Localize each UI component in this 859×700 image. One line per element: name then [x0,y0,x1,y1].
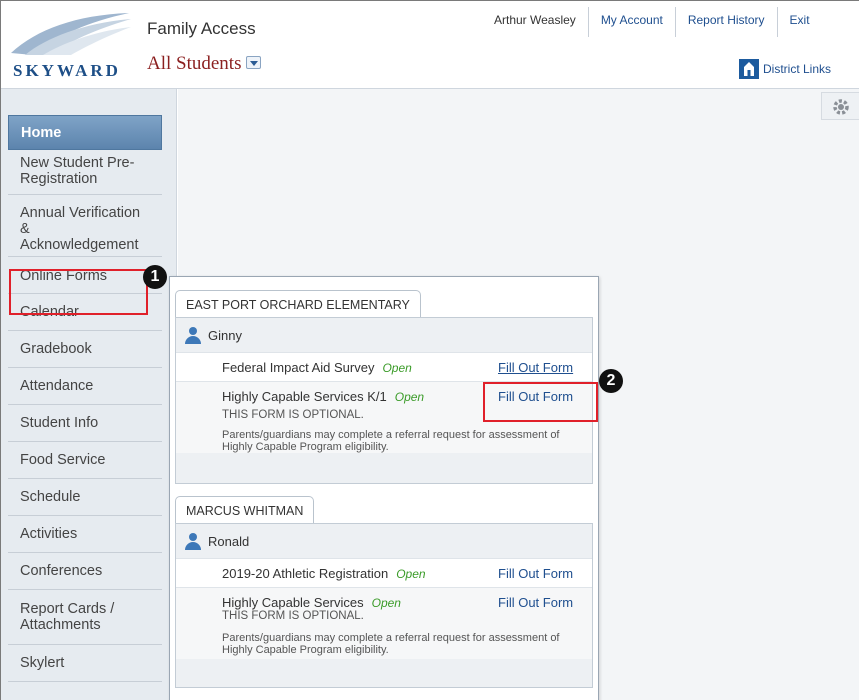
school-tab-east-port-orchard[interactable]: EAST PORT ORCHARD ELEMENTARY [175,290,421,318]
highlight-online-forms [9,269,148,315]
sidebar-item-home[interactable]: Home [8,115,162,150]
district-links-label: District Links [763,62,832,76]
form-name: 2019-20 Athletic Registration Open [222,566,426,581]
student-name: Ginny [208,327,242,343]
form-title: Highly Capable Services K/1 [222,389,387,404]
student-row: Ronald [176,524,592,558]
gear-icon [833,99,849,115]
sidebar-item-food-service[interactable]: Food Service [8,442,162,479]
sidebar-item-report-cards[interactable]: Report Cards / Attachments [8,590,162,645]
form-optional-note: THIS FORM IS OPTIONAL. [222,409,364,421]
step-badge-2: 2 [599,369,623,393]
logo-wordmark: SKYWARD [13,61,121,80]
skyward-logo: SKYWARD [7,9,135,83]
app-title: Family Access [147,19,256,38]
exit-link[interactable]: Exit [776,7,822,37]
form-name: Federal Impact Aid Survey Open [222,360,412,375]
sidebar-item-annual-verification[interactable]: Annual Verification & Acknowledgement [8,195,162,257]
sidebar-item-student-info[interactable]: Student Info [8,405,162,442]
form-title: 2019-20 Athletic Registration [222,566,389,581]
student-name: Ronald [208,533,250,549]
school-tab-marcus-whitman[interactable]: MARCUS WHITMAN [175,496,315,524]
form-status: Open [371,596,401,610]
form-status: Open [394,390,425,404]
sidebar-item-new-student-pre-registration[interactable]: New Student Pre-Registration [8,150,162,195]
form-name: Highly Capable Services Open [222,595,401,610]
header: SKYWARD Family Access All Students Arthu… [1,1,859,89]
form-title: Federal Impact Aid Survey [222,360,375,375]
user-name: Arthur Weasley [494,13,576,27]
report-history-link[interactable]: Report History [674,7,777,37]
building-icon [739,59,759,79]
sidebar-item-activities[interactable]: Activities [8,516,162,553]
my-account-link[interactable]: My Account [587,7,675,37]
form-title: Highly Capable Services [222,595,364,610]
step-badge-1: 1 [143,265,167,289]
app-window: SKYWARD Family Access All Students Arthu… [0,0,859,700]
highlight-fill-out-form [483,382,598,422]
district-links-button[interactable]: District Links [739,59,831,79]
top-nav: Arthur Weasley My Account Report History… [482,7,822,37]
sidebar-item-skylert[interactable]: Skylert [8,645,162,682]
student-selector-label: All Students [147,53,242,74]
sidebar-menu: Home New Student Pre-Registration Annual… [8,115,162,682]
swoosh-icon [11,13,131,55]
form-status: Open [396,567,426,581]
sidebar-item-conferences[interactable]: Conferences [8,553,162,590]
form-status: Open [382,361,412,375]
sidebar-item-attendance[interactable]: Attendance [8,368,162,405]
fill-out-form-link[interactable]: Fill Out Form [498,566,573,581]
settings-button[interactable] [821,92,859,120]
person-icon [184,532,202,550]
fill-out-form-link[interactable]: Fill Out Form [498,595,573,610]
form-name: Highly Capable Services K/1 Open [222,389,424,404]
student-selector[interactable]: All Students [147,53,262,75]
form-row: 2019-20 Athletic Registration Open Fill O… [176,558,592,587]
sidebar: Home New Student Pre-Registration Annual… [1,89,177,700]
sidebar-item-gradebook[interactable]: Gradebook [8,331,162,368]
chevron-down-icon[interactable] [246,56,262,70]
form-optional-note: THIS FORM IS OPTIONAL. [222,610,364,622]
school-panel: Ronald 2019-20 Athletic Registration Open… [175,523,593,688]
form-row: Highly Capable Services Open Fill Out For… [176,587,592,659]
fill-out-form-link[interactable]: Fill Out Form [498,360,573,375]
sidebar-item-schedule[interactable]: Schedule [8,479,162,516]
form-description: Parents/guardians may complete a referra… [222,632,560,656]
online-forms-popup: EAST PORT ORCHARD ELEMENTARY Ginny Feder… [169,276,599,700]
person-icon [184,326,202,344]
form-row: Federal Impact Aid Survey Open Fill Out F… [176,352,592,381]
form-description: Parents/guardians may complete a referra… [222,429,560,453]
student-row: Ginny [176,318,592,352]
